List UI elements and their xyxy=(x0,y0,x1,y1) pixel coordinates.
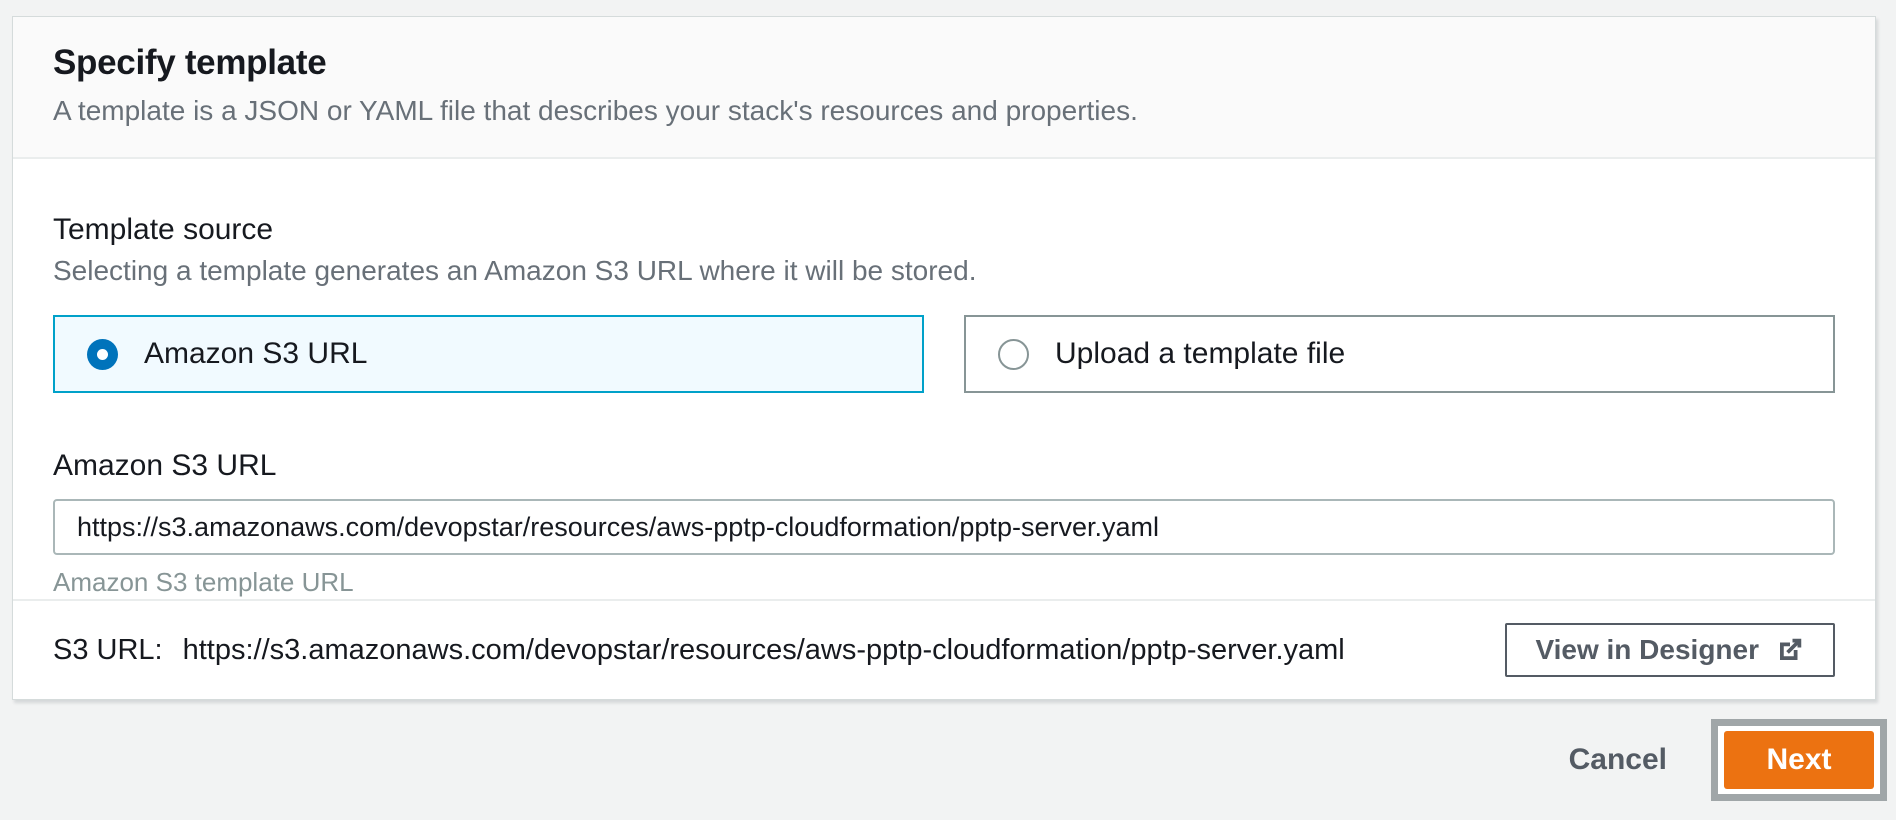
radio-tile-label: Amazon S3 URL xyxy=(144,337,367,371)
s3-url-field-label: Amazon S3 URL xyxy=(53,449,1835,483)
next-button-highlight-frame: Next xyxy=(1711,719,1887,801)
wizard-actions: Cancel Next xyxy=(0,700,1896,820)
panel-footer: S3 URL: https://s3.amazonaws.com/devopsta… xyxy=(13,599,1875,699)
radio-checked-icon[interactable] xyxy=(87,339,118,370)
template-source-options: Amazon S3 URL Upload a template file xyxy=(53,315,1835,393)
next-button[interactable]: Next xyxy=(1724,731,1874,789)
radio-tile-upload-template-file[interactable]: Upload a template file xyxy=(964,315,1835,393)
view-in-designer-label: View in Designer xyxy=(1535,634,1759,666)
footer-s3-url-label: S3 URL: xyxy=(53,634,163,666)
specify-template-panel: Specify template A template is a JSON or… xyxy=(12,16,1876,700)
radio-tile-amazon-s3-url[interactable]: Amazon S3 URL xyxy=(53,315,924,393)
radio-tile-label: Upload a template file xyxy=(1055,337,1345,371)
cancel-button[interactable]: Cancel xyxy=(1569,743,1667,777)
panel-header: Specify template A template is a JSON or… xyxy=(13,17,1875,159)
template-source-helper: Selecting a template generates an Amazon… xyxy=(53,255,1835,287)
footer-s3-url-value: https://s3.amazonaws.com/devopstar/resou… xyxy=(183,634,1345,666)
s3-url-input[interactable] xyxy=(53,499,1835,555)
panel-body: Template source Selecting a template gen… xyxy=(13,159,1875,599)
template-source-label: Template source xyxy=(53,213,1835,247)
page-description: A template is a JSON or YAML file that d… xyxy=(53,95,1835,127)
external-link-icon xyxy=(1775,635,1805,665)
view-in-designer-button[interactable]: View in Designer xyxy=(1505,623,1835,677)
s3-url-field-helper: Amazon S3 template URL xyxy=(53,567,1835,598)
s3-url-section: Amazon S3 URL Amazon S3 template URL xyxy=(53,449,1835,598)
page-title: Specify template xyxy=(53,43,1835,83)
footer-s3-url: S3 URL: https://s3.amazonaws.com/devopsta… xyxy=(53,634,1345,667)
radio-unchecked-icon[interactable] xyxy=(998,339,1029,370)
